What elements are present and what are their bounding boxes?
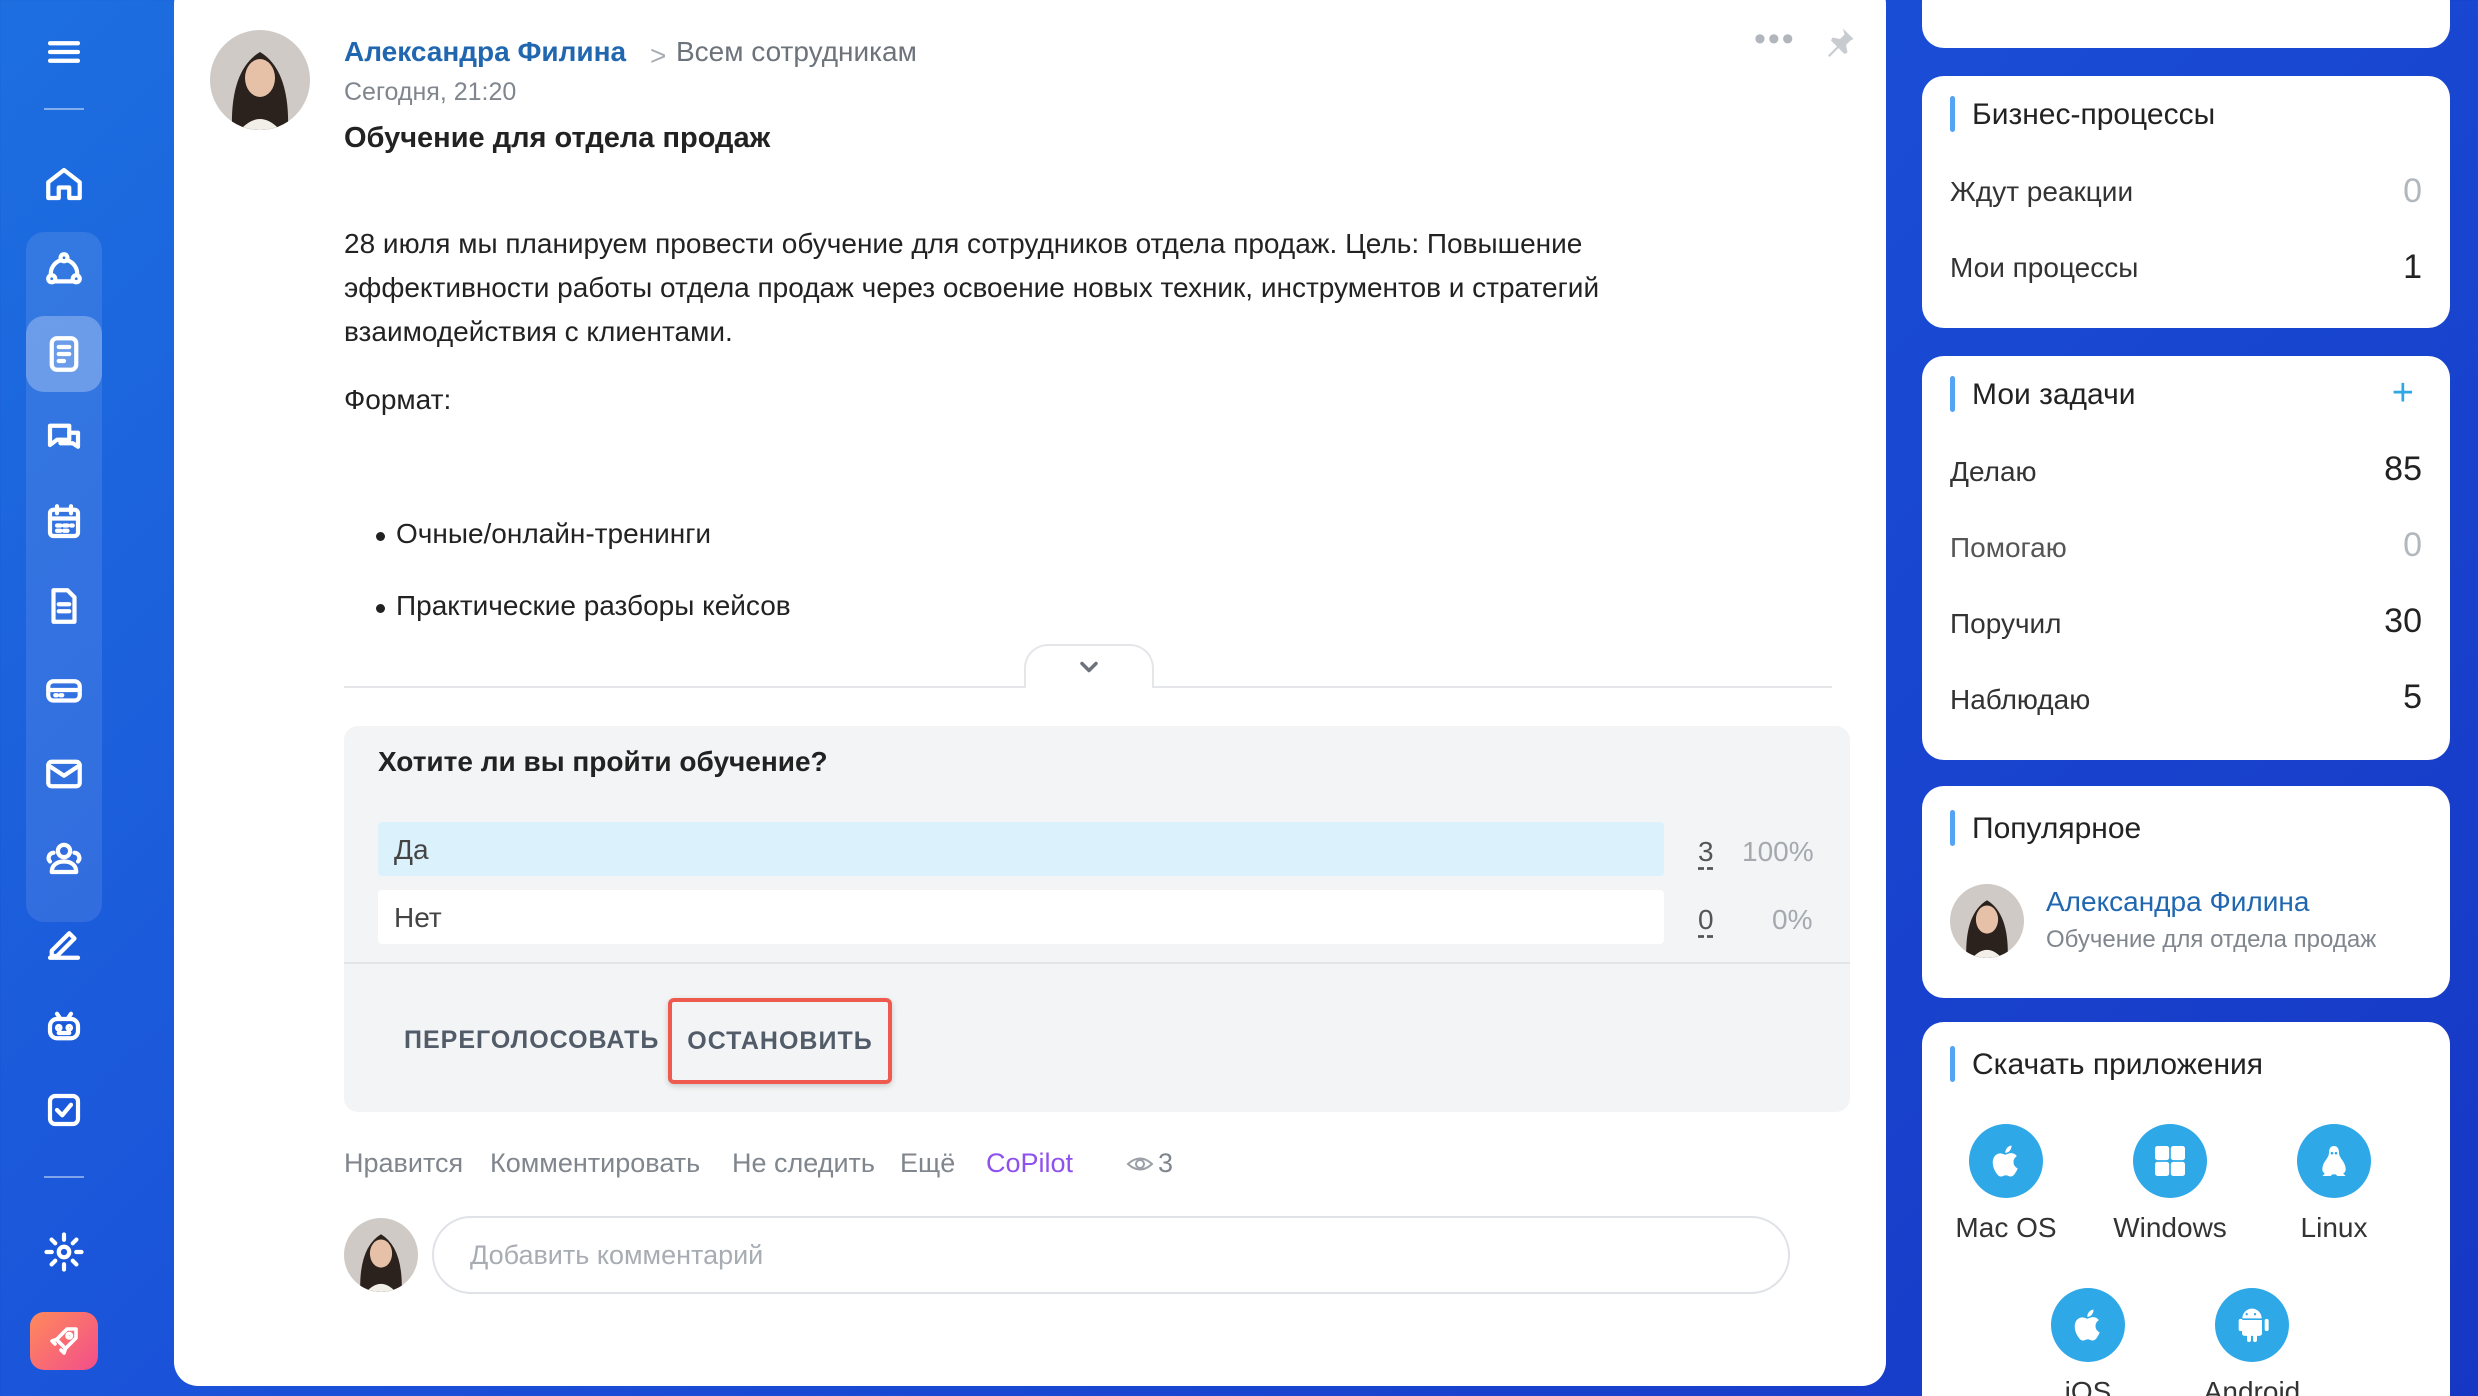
poll-count-yes[interactable]: 3	[1698, 836, 1714, 868]
nav-divider	[44, 1176, 84, 1178]
collab-icon[interactable]	[26, 232, 102, 308]
app-label: Android	[2203, 1376, 2301, 1396]
stop-poll-button[interactable]: ОСТАНОВИТЬ	[668, 998, 892, 1084]
widget-title: Скачать приложения	[1972, 1048, 2264, 1081]
widget-row-label[interactable]: Ждут реакции	[1950, 176, 2133, 208]
schedule-widget	[1922, 0, 2450, 48]
document-icon[interactable]	[26, 568, 102, 644]
widget-accent	[1950, 810, 1955, 846]
poll-percent-no: 0%	[1772, 904, 1813, 935]
chevron-down-icon	[1080, 661, 1098, 673]
sign-icon[interactable]	[26, 904, 102, 980]
widget-row-label[interactable]: Делаю	[1950, 456, 2037, 488]
app-label: Windows	[2113, 1212, 2227, 1243]
app-android[interactable]: Android	[2172, 1288, 2332, 1396]
copilot-button[interactable]: CoPilot	[986, 1148, 1073, 1179]
widget-title[interactable]: Бизнес-процессы	[1972, 98, 2215, 132]
widget-row-label[interactable]: Наблюдаю	[1950, 684, 2090, 716]
business-processes-widget: Бизнес-процессы Ждут реакции 0 Мои проце…	[1922, 76, 2450, 328]
chevron-right-icon: >	[650, 40, 667, 71]
windows-icon	[2133, 1124, 2207, 1198]
app-label: iOS	[2064, 1376, 2112, 1396]
widget-row-label[interactable]: Помогаю	[1950, 532, 2067, 564]
settings-icon[interactable]	[26, 1214, 102, 1290]
app-label: Mac OS	[1955, 1212, 2057, 1243]
widget-accent	[1950, 1046, 1955, 1082]
drive-icon[interactable]	[26, 652, 102, 728]
app-windows[interactable]: Windows	[2090, 1124, 2250, 1244]
post-time: Сегодня, 21:20	[344, 78, 517, 106]
popular-post-link[interactable]: Обучение для отдела продаж	[2046, 926, 2376, 954]
comment-button[interactable]: Комментировать	[490, 1148, 700, 1179]
popular-avatar[interactable]	[1950, 884, 2024, 958]
widget-row-value: 1	[2403, 248, 2422, 286]
tasks-icon[interactable]	[26, 1072, 102, 1148]
widget-row-label[interactable]: Мои процессы	[1950, 252, 2138, 284]
widget-row-label[interactable]: Поручил	[1950, 608, 2062, 640]
post-body: 28 июля мы планируем провести обучение д…	[344, 228, 1600, 347]
android-icon	[2215, 1288, 2289, 1362]
app-linux[interactable]: Linux	[2254, 1124, 2414, 1244]
my-tasks-widget: Мои задачи + Делаю 85 Помогаю 0 Поручил …	[1922, 356, 2450, 760]
app-label: Linux	[2300, 1212, 2368, 1243]
expand-post-button[interactable]	[1024, 644, 1154, 688]
menu-icon[interactable]	[26, 14, 102, 90]
widget-title[interactable]: Мои задачи	[1972, 378, 2135, 412]
author-avatar[interactable]	[210, 30, 310, 130]
unfollow-button[interactable]: Не следить	[732, 1148, 875, 1179]
views-counter[interactable]: 3	[1126, 1148, 1173, 1179]
post-title: Обучение для отдела продаж	[344, 122, 771, 154]
popular-widget: Популярное Александра Филина Обучение дл…	[1922, 786, 2450, 998]
poll-option-label: Да	[394, 834, 429, 865]
rocket-icon[interactable]	[30, 1312, 98, 1370]
widget-row-value: 85	[2384, 450, 2422, 488]
pin-icon[interactable]	[1822, 24, 1858, 60]
users-icon[interactable]	[26, 820, 102, 896]
widget-row-value: 0	[2403, 526, 2422, 564]
poll-question: Хотите ли вы пройти обучение?	[378, 746, 828, 777]
app-macos[interactable]: Mac OS	[1926, 1124, 2086, 1244]
poll-count-no[interactable]: 0	[1698, 904, 1714, 936]
feed-icon[interactable]	[26, 316, 102, 392]
robot-icon[interactable]	[26, 988, 102, 1064]
poll-percent-yes: 100%	[1742, 836, 1814, 867]
apple-icon	[1969, 1124, 2043, 1198]
calendar-icon[interactable]	[26, 484, 102, 560]
more-options-icon[interactable]: •••	[1754, 20, 1796, 59]
widget-row-value: 5	[2403, 678, 2422, 716]
list-item: Практические разборы кейсов	[376, 590, 791, 621]
apple-icon	[2051, 1288, 2125, 1362]
list-item: Очные/онлайн-тренинги	[375, 518, 712, 549]
add-task-button[interactable]: +	[2392, 374, 2414, 412]
linux-icon	[2297, 1124, 2371, 1198]
popular-author-link[interactable]: Александра Филина	[2046, 886, 2309, 918]
poll-option-yes[interactable]: Да	[378, 822, 1664, 876]
post-author-link[interactable]: Александра Филина	[344, 36, 626, 68]
mail-icon[interactable]	[26, 736, 102, 812]
widget-row-value: 30	[2384, 602, 2422, 640]
post-destination[interactable]: Всем сотрудникам	[676, 36, 917, 68]
widget-row-value: 0	[2403, 172, 2422, 210]
home-icon[interactable]	[26, 146, 102, 222]
poll-option-no[interactable]: Нет	[378, 890, 1664, 944]
widget-accent	[1950, 96, 1955, 132]
views-count: 3	[1158, 1148, 1174, 1178]
poll-divider	[344, 962, 1850, 964]
widget-title: Популярное	[1972, 812, 2142, 845]
comment-input[interactable]	[432, 1216, 1790, 1294]
format-label: Формат:	[344, 384, 452, 415]
revote-button[interactable]: ПЕРЕГОЛОСОВАТЬ	[404, 1026, 659, 1055]
download-apps-widget: Скачать приложения Mac OS Windows Linux …	[1922, 1022, 2450, 1396]
widget-accent	[1950, 376, 1955, 412]
eye-icon	[1126, 1157, 1154, 1170]
chat-icon[interactable]	[26, 400, 102, 476]
app-ios[interactable]: iOS	[2008, 1288, 2168, 1396]
more-button[interactable]: Ещё	[900, 1148, 955, 1179]
user-avatar	[344, 1218, 418, 1292]
nav-divider	[44, 108, 84, 110]
poll-option-label: Нет	[394, 902, 442, 933]
left-navigation	[0, 0, 128, 1396]
like-button[interactable]: Нравится	[344, 1148, 463, 1179]
